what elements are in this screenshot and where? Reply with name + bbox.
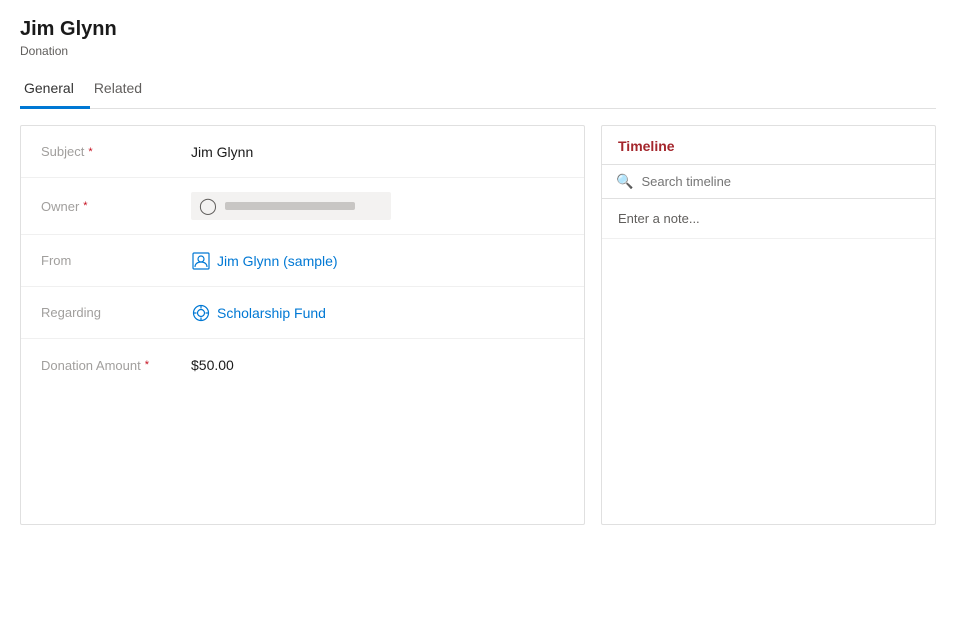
owner-label: Owner * [41, 199, 191, 214]
subject-label: Subject * [41, 144, 191, 159]
timeline-search-input[interactable] [641, 174, 921, 189]
regarding-value[interactable]: Scholarship Fund [191, 303, 564, 323]
from-field: From Jim Glynn (sample) [21, 235, 584, 287]
tab-related[interactable]: Related [90, 72, 158, 109]
timeline-note-placeholder[interactable]: Enter a note... [602, 199, 935, 239]
timeline-search[interactable]: 🔍 [602, 165, 935, 199]
subject-field: Subject * Jim Glynn [21, 126, 584, 178]
search-icon: 🔍 [616, 173, 633, 190]
subject-value: Jim Glynn [191, 144, 564, 160]
regarding-field: Regarding Scholarship Fund [21, 287, 584, 339]
timeline-panel: Timeline 🔍 Enter a note... [601, 125, 936, 525]
donation-amount-field: Donation Amount * $50.00 [21, 339, 584, 391]
donation-required: * [145, 359, 149, 371]
donation-amount-value: $50.00 [191, 357, 564, 373]
from-value[interactable]: Jim Glynn (sample) [191, 251, 564, 271]
owner-field: Owner * ◯ [21, 178, 584, 235]
owner-avatar-icon: ◯ [199, 196, 217, 216]
contact-icon [191, 251, 211, 271]
from-label: From [41, 253, 191, 268]
timeline-header: Timeline [602, 126, 935, 165]
record-title: Jim Glynn [20, 16, 936, 42]
main-content: Subject * Jim Glynn Owner * ◯ [20, 125, 936, 525]
subject-required: * [88, 146, 92, 158]
regarding-label: Regarding [41, 305, 191, 320]
owner-input[interactable]: ◯ [191, 192, 391, 220]
tabs-bar: General Related [20, 72, 936, 109]
record-subtitle: Donation [20, 44, 936, 58]
donation-amount-label: Donation Amount * [41, 358, 191, 373]
page-container: Jim Glynn Donation General Related Subje… [0, 0, 956, 541]
fund-icon [191, 303, 211, 323]
form-card: Subject * Jim Glynn Owner * ◯ [20, 125, 585, 525]
owner-value[interactable]: ◯ [191, 192, 564, 220]
owner-required: * [83, 200, 87, 212]
tab-general[interactable]: General [20, 72, 90, 109]
record-header: Jim Glynn Donation [20, 16, 936, 58]
owner-bar [225, 202, 355, 210]
